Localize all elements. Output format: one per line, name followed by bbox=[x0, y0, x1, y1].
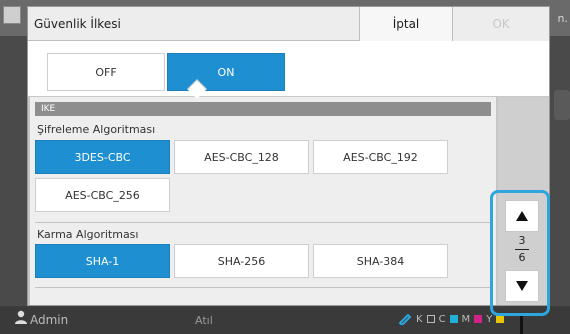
ok-button[interactable]: OK bbox=[453, 7, 549, 41]
cancel-button[interactable]: İptal bbox=[359, 7, 453, 41]
fraction-line bbox=[515, 249, 529, 250]
section-divider bbox=[35, 287, 491, 288]
ink-label-c: C bbox=[438, 313, 446, 325]
background-side-button bbox=[554, 90, 570, 120]
section-header-ike: IKE bbox=[35, 102, 491, 116]
background-icon bbox=[3, 6, 21, 24]
toggle-area: OFF ON bbox=[28, 41, 549, 97]
current-page: 3 bbox=[518, 234, 526, 247]
encryption-algorithm-label: Şifreleme Algoritması bbox=[37, 123, 156, 136]
ink-m-indicator bbox=[474, 315, 483, 323]
dialog-title: Güvenlik İlkesi bbox=[34, 17, 121, 31]
down-triangle-icon bbox=[516, 281, 528, 291]
off-toggle-button[interactable]: OFF bbox=[47, 53, 165, 91]
ink-drop-icon bbox=[398, 313, 412, 325]
encryption-option-aes-128[interactable]: AES-CBC_128 bbox=[174, 140, 309, 174]
ink-k-indicator bbox=[426, 315, 435, 323]
scroll-up-button[interactable] bbox=[505, 200, 539, 232]
hash-option-sha1[interactable]: SHA-1 bbox=[35, 244, 170, 278]
section-divider bbox=[35, 222, 491, 223]
hash-option-sha256[interactable]: SHA-256 bbox=[174, 244, 309, 278]
encryption-option-aes-256[interactable]: AES-CBC_256 bbox=[35, 178, 170, 212]
encryption-option-aes-192[interactable]: AES-CBC_192 bbox=[313, 140, 448, 174]
ink-label-m: M bbox=[461, 313, 471, 325]
total-pages: 6 bbox=[518, 251, 526, 264]
ink-label-y: Y bbox=[486, 313, 493, 325]
hash-option-sha384[interactable]: SHA-384 bbox=[313, 244, 448, 278]
ink-y-indicator bbox=[496, 315, 505, 323]
settings-content: IKE Şifreleme Algoritması 3DES-CBC AES-C… bbox=[30, 97, 496, 305]
up-triangle-icon bbox=[516, 211, 528, 221]
hash-algorithm-label: Karma Algoritması bbox=[37, 228, 139, 241]
scroll-down-button[interactable] bbox=[505, 270, 539, 302]
ink-label-k: K bbox=[416, 313, 423, 325]
status-user: Admin bbox=[30, 313, 69, 327]
page-indicator: 3 6 bbox=[505, 234, 539, 265]
security-policy-dialog: Güvenlik İlkesi İptal OK OFF ON IKE Şifr… bbox=[27, 6, 550, 306]
dialog-header: Güvenlik İlkesi İptal OK bbox=[28, 7, 549, 41]
background-corner-text: n. bbox=[557, 12, 568, 25]
on-toggle-button[interactable]: ON bbox=[167, 53, 285, 91]
ink-c-indicator bbox=[449, 315, 458, 323]
status-state: Atıl bbox=[195, 314, 213, 327]
encryption-option-3des-cbc[interactable]: 3DES-CBC bbox=[35, 140, 170, 174]
ink-levels: K C M Y bbox=[398, 313, 505, 325]
user-icon bbox=[15, 310, 27, 324]
callout-leader-line bbox=[520, 316, 523, 334]
